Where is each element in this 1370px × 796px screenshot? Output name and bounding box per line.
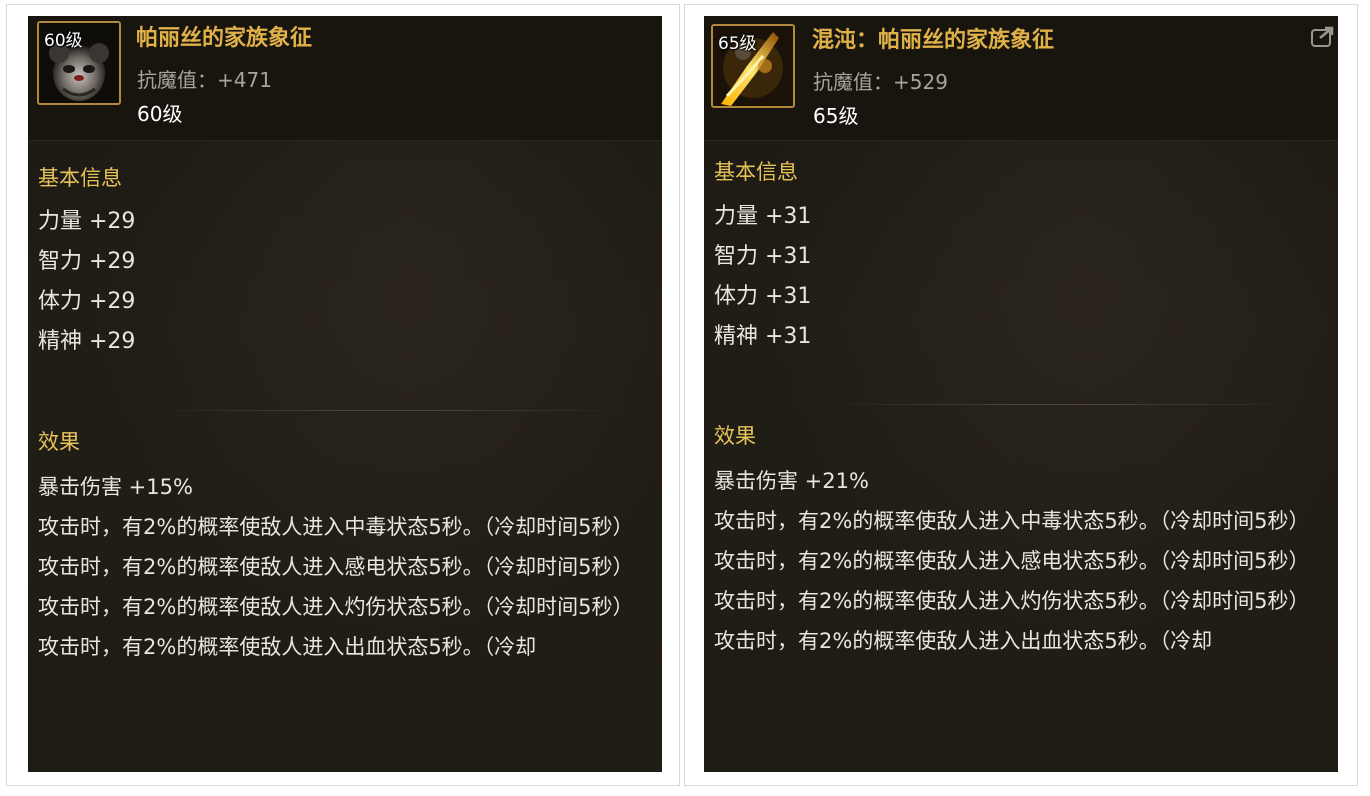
attribute-intelligence: 智力 +29: [38, 249, 136, 274]
effect-title: 效果: [38, 430, 80, 454]
stat-label: 抗魔值：: [813, 70, 893, 94]
item-tooltip-right: 65级 混沌：帕丽丝的家族象征 抗魔值：+529 65级 基本信息 力量 +31…: [704, 16, 1338, 772]
effect-crit-damage: 暴击伤害 +15%: [38, 475, 193, 499]
attribute-vitality: 体力 +31: [714, 284, 812, 309]
stat-value: +529: [893, 70, 948, 94]
item-icon-slot[interactable]: 60级: [37, 21, 121, 105]
effect-burn: 攻击时，有2%的概率使敌人进入灼伤状态5秒。（冷却时间5秒）: [38, 595, 634, 619]
effect-list: 暴击伤害 +21% 攻击时，有2%的概率使敌人进入中毒状态5秒。（冷却时间5秒）…: [714, 461, 1326, 661]
stat-label: 抗魔值：: [137, 68, 217, 92]
attribute-spirit: 精神 +31: [714, 324, 812, 349]
expand-icon[interactable]: [1310, 24, 1336, 50]
attribute-spirit: 精神 +29: [38, 329, 136, 354]
effect-list: 暴击伤害 +15% 攻击时，有2%的概率使敌人进入中毒状态5秒。（冷却时间5秒）…: [38, 467, 650, 667]
effect-burn: 攻击时，有2%的概率使敌人进入灼伤状态5秒。（冷却时间5秒）: [714, 589, 1310, 613]
item-name: 混沌：帕丽丝的家族象征: [812, 28, 1055, 53]
magic-resistance-stat: 抗魔值：+529: [813, 66, 948, 95]
attribute-strength: 力量 +31: [714, 204, 812, 229]
effect-shock: 攻击时，有2%的概率使敌人进入感电状态5秒。（冷却时间5秒）: [714, 549, 1310, 573]
item-icon-slot[interactable]: 65级: [711, 24, 795, 108]
magic-resistance-stat: 抗魔值：+471: [137, 64, 272, 93]
attribute-vitality: 体力 +29: [38, 289, 136, 314]
attribute-list: 力量 +31 智力 +31 体力 +31 精神 +31: [714, 197, 811, 357]
effect-poison: 攻击时，有2%的概率使敌人进入中毒状态5秒。（冷却时间5秒）: [38, 515, 634, 539]
basic-info-title: 基本信息: [714, 160, 798, 184]
icon-level-label: 60级: [44, 31, 83, 51]
effect-bleed: 攻击时，有2%的概率使敌人进入出血状态5秒。（冷却: [714, 629, 1213, 653]
section-divider: [824, 404, 1304, 405]
effect-bleed: 攻击时，有2%的概率使敌人进入出血状态5秒。（冷却: [38, 635, 537, 659]
stat-value: +471: [217, 68, 272, 92]
effect-title: 效果: [714, 424, 756, 448]
basic-info-title: 基本信息: [38, 166, 122, 190]
item-level: 65级: [813, 104, 859, 128]
item-tooltip-left: 60级 帕丽丝的家族象征 抗魔值：+471 60级 基本信息 力量 +29 智力…: [28, 16, 662, 772]
tooltip-header: 65级 混沌：帕丽丝的家族象征 抗魔值：+529 65级: [704, 16, 1338, 141]
item-level: 60级: [137, 102, 183, 126]
effect-shock: 攻击时，有2%的概率使敌人进入感电状态5秒。（冷却时间5秒）: [38, 555, 634, 579]
effect-poison: 攻击时，有2%的概率使敌人进入中毒状态5秒。（冷却时间5秒）: [714, 509, 1310, 533]
icon-level-label: 65级: [718, 34, 757, 54]
effect-crit-damage: 暴击伤害 +21%: [714, 469, 869, 493]
section-divider: [148, 410, 628, 411]
tooltip-header: 60级 帕丽丝的家族象征 抗魔值：+471 60级: [28, 16, 662, 141]
attribute-list: 力量 +29 智力 +29 体力 +29 精神 +29: [38, 202, 135, 362]
attribute-intelligence: 智力 +31: [714, 244, 812, 269]
item-name: 帕丽丝的家族象征: [136, 26, 313, 51]
attribute-strength: 力量 +29: [38, 209, 136, 234]
